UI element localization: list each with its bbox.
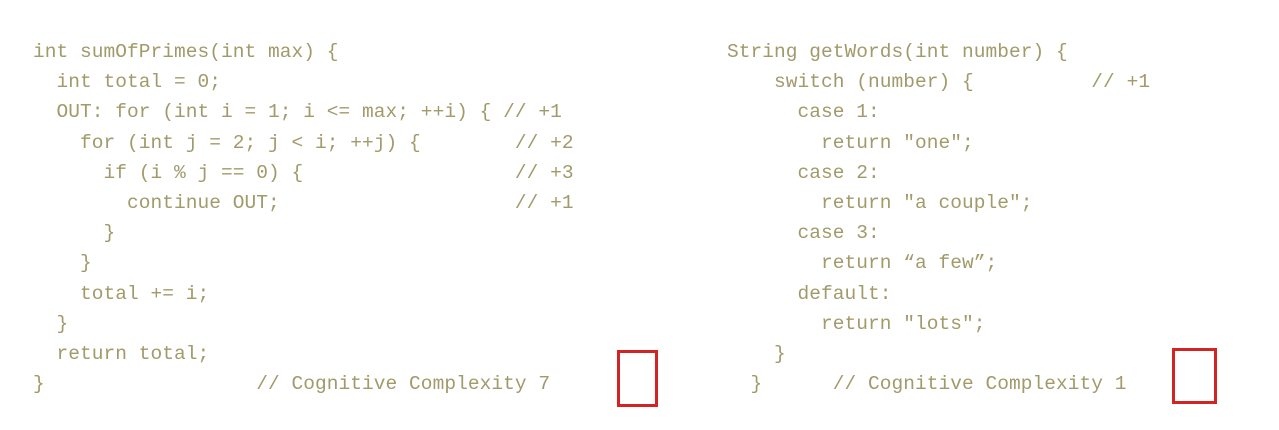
code-line: for (int j = 2; j < i; ++j) { // +2 <box>33 131 574 154</box>
complexity-score-highlight-right <box>1172 348 1217 404</box>
code-line: return "one"; <box>727 131 974 154</box>
code-line: case 2: <box>727 161 880 184</box>
code-line: int sumOfPrimes(int max) { <box>33 41 339 63</box>
code-line: } // Cognitive Complexity 1 <box>727 373 1127 396</box>
code-line: total += i; <box>33 282 210 305</box>
code-line: return "lots"; <box>727 312 986 335</box>
complexity-score-highlight-left <box>617 350 658 407</box>
code-line: case 3: <box>727 222 880 245</box>
code-line: return “a few”; <box>727 252 998 275</box>
code-line: OUT: for (int i = 1; i <= max; ++i) { //… <box>33 101 562 124</box>
code-line: } // Cognitive Complexity 7 <box>33 373 551 396</box>
code-line: return total; <box>33 342 210 365</box>
code-line: } <box>33 312 69 335</box>
code-line: } <box>33 252 92 275</box>
code-line: case 1: <box>727 101 880 124</box>
code-line: } <box>33 222 116 245</box>
sum-of-primes-code-block: int sumOfPrimes(int max) { int total = 0… <box>33 37 574 399</box>
code-line: return "a couple"; <box>727 191 1033 214</box>
code-line: int total = 0; <box>33 71 222 94</box>
code-line: switch (number) { // +1 <box>727 71 1151 94</box>
code-line: } <box>727 342 786 365</box>
code-line: default: <box>727 282 892 305</box>
code-line: continue OUT; // +1 <box>33 191 574 214</box>
get-words-code-block: String getWords(int number) { switch (nu… <box>727 37 1150 399</box>
code-line: String getWords(int number) { <box>727 41 1068 63</box>
code-line: if (i % j == 0) { // +3 <box>33 161 574 184</box>
